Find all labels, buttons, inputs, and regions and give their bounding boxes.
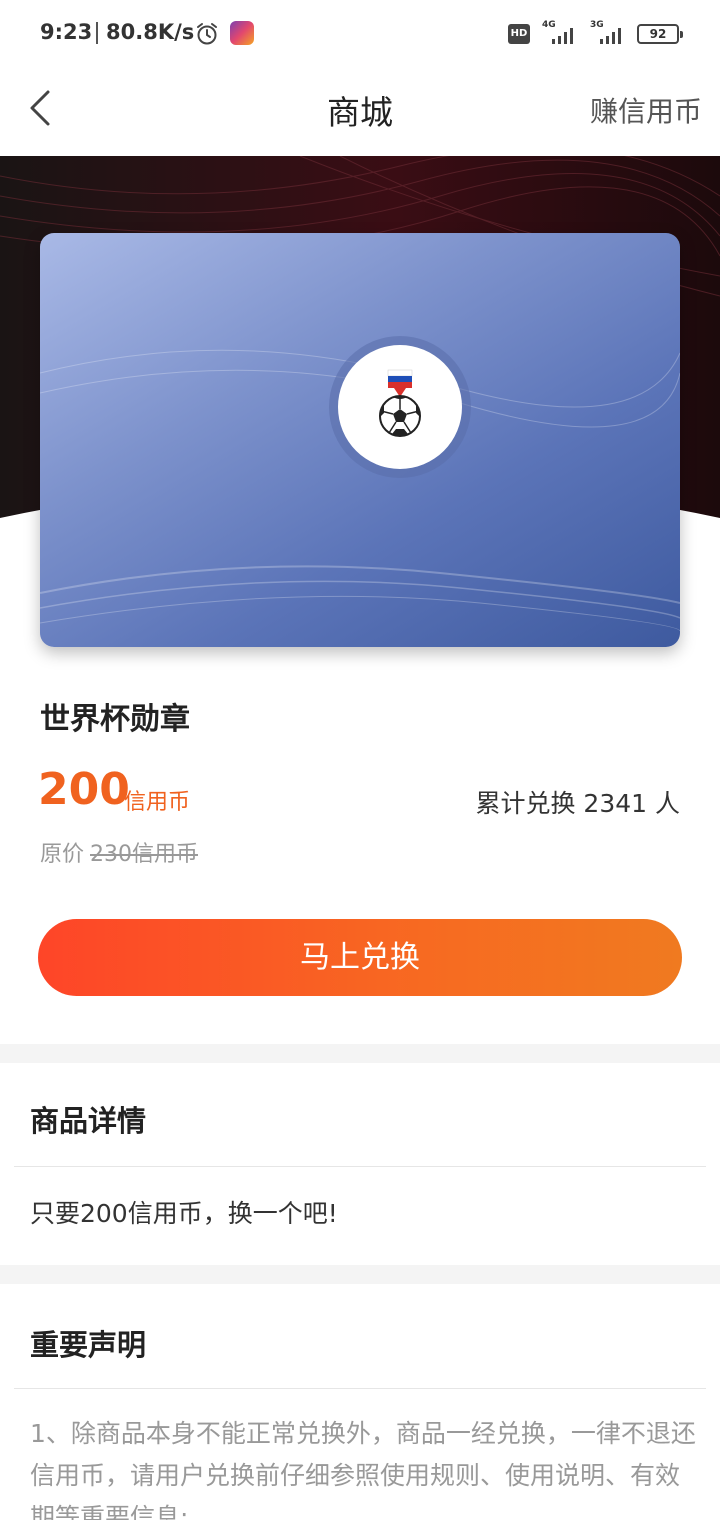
divider bbox=[14, 1166, 706, 1167]
product-card bbox=[40, 233, 680, 647]
football-medal-icon bbox=[338, 345, 462, 469]
product-name: 世界杯勋章 bbox=[40, 702, 190, 737]
statement-text: 1、除商品本身不能正常兑换外，商品一经兑换，一律不退还信用币，请用户兑换前仔细参… bbox=[30, 1419, 696, 1520]
app-notification-icon bbox=[230, 21, 254, 45]
statement-title: 重要声明 bbox=[30, 1328, 147, 1362]
nav-bar: 商城 赚信用币 bbox=[0, 70, 720, 156]
product-price: 200 bbox=[38, 764, 130, 815]
details-text: 只要200信用币，换一个吧! bbox=[30, 1199, 338, 1228]
original-price: 230信用币 bbox=[90, 842, 198, 867]
original-price-label: 原价 bbox=[40, 842, 85, 867]
section-gap bbox=[0, 1044, 720, 1063]
status-separator bbox=[96, 22, 98, 44]
signal-4g-icon: 4G bbox=[540, 20, 580, 46]
divider bbox=[14, 1388, 706, 1389]
alarm-clock-icon bbox=[197, 23, 217, 45]
battery-icon: 92 bbox=[637, 24, 683, 44]
hd-voice-icon: HD bbox=[508, 24, 530, 44]
price-unit: 信用币 bbox=[124, 790, 191, 815]
signal-3g-icon: 3G bbox=[588, 20, 628, 46]
details-title: 商品详情 bbox=[30, 1104, 147, 1138]
status-net-speed: 80.8K/s bbox=[106, 20, 195, 44]
earn-coins-link[interactable]: 赚信用币 bbox=[590, 90, 702, 130]
section-gap bbox=[0, 1265, 720, 1284]
exchange-now-button[interactable]: 马上兑换 bbox=[38, 919, 682, 996]
status-bar: 9:23 80.8K/s HD 4G 3G 92 bbox=[0, 0, 720, 70]
exchange-count: 累计兑换 2341 人 bbox=[475, 789, 680, 818]
status-time: 9:23 bbox=[40, 20, 93, 44]
